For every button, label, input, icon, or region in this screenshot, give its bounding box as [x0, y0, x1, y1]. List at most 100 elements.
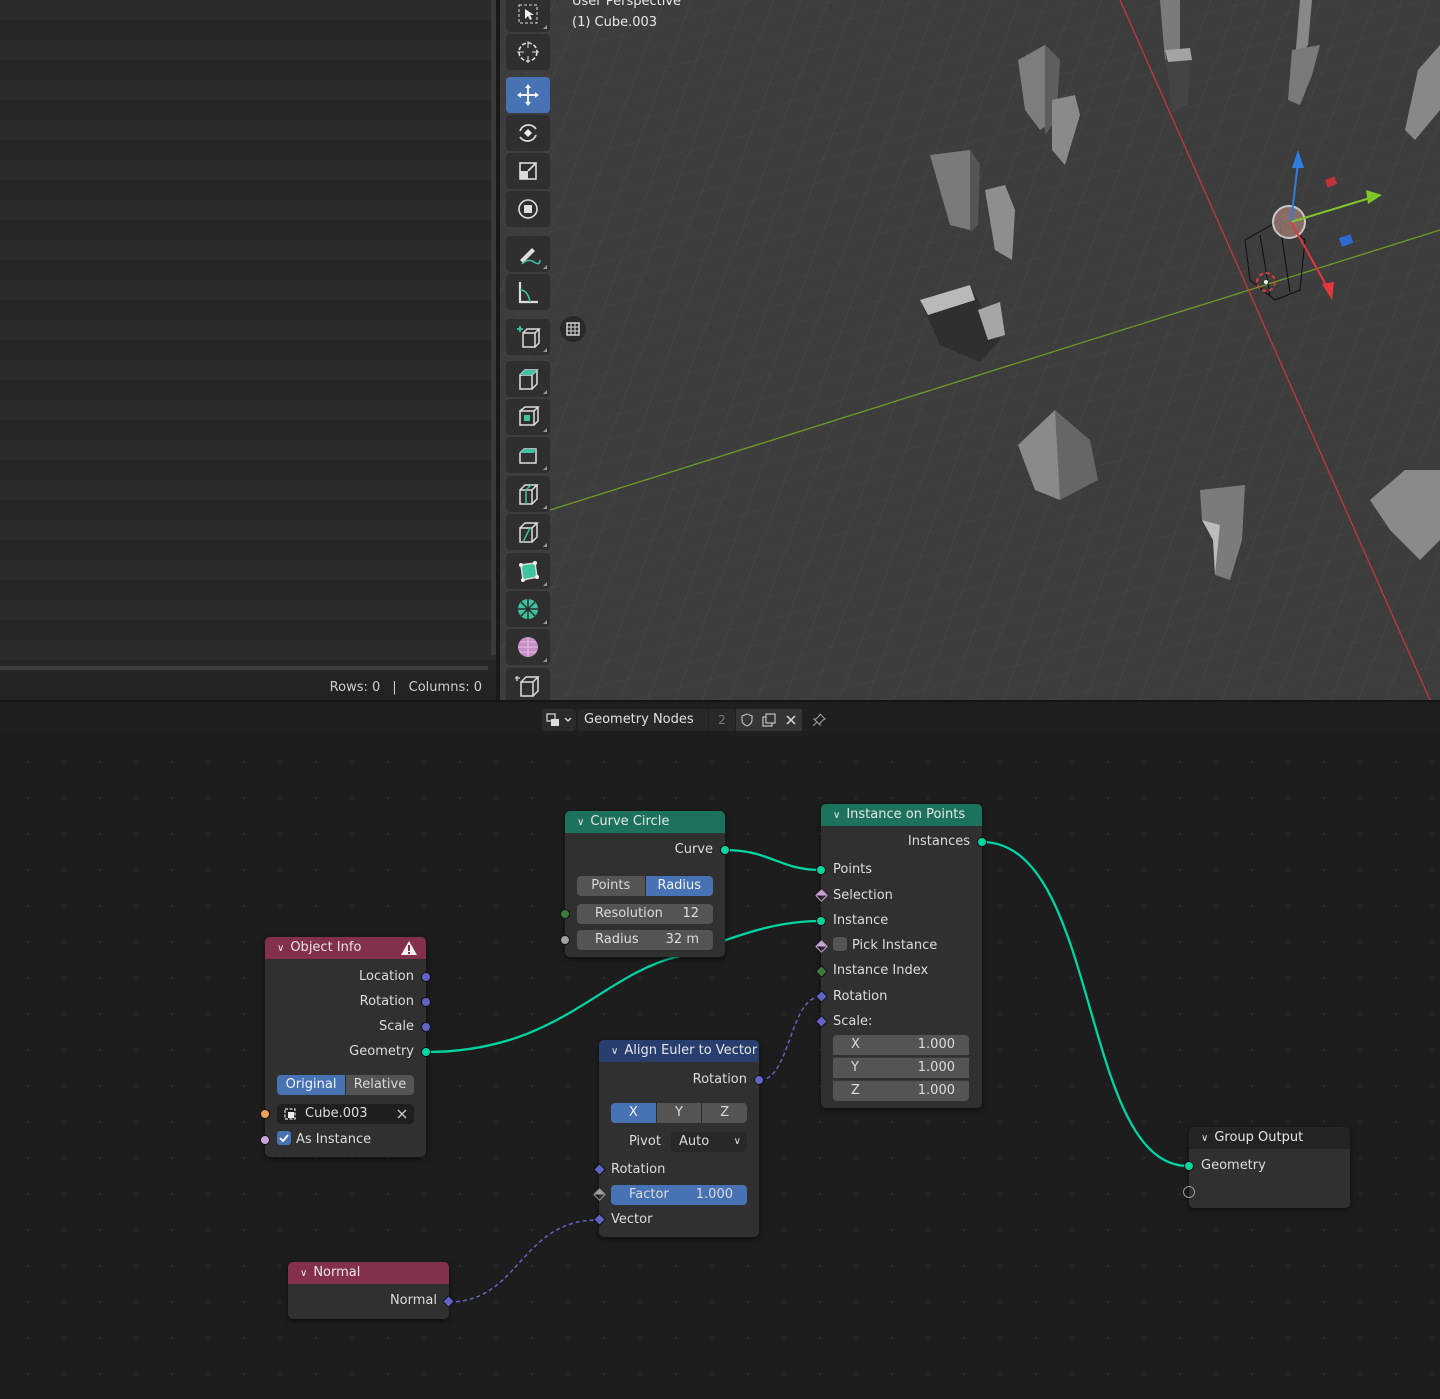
grid-toggle-icon[interactable] — [560, 316, 586, 342]
status-separator: | — [392, 680, 397, 695]
factor-field[interactable]: Factor 1.000 — [611, 1185, 747, 1205]
option-y[interactable]: Y — [656, 1103, 703, 1123]
chevron-down-icon[interactable]: ∨ — [1201, 1128, 1208, 1150]
socket-radius[interactable] — [560, 935, 570, 945]
socket-label: Instance Index — [833, 963, 929, 978]
socket-label: Vector — [611, 1212, 653, 1227]
node-editor[interactable]: ∨ Object Info Location Rotation Scale Geo… — [0, 734, 1440, 1399]
scale-y-field[interactable]: Y 1.000 — [833, 1057, 969, 1078]
pivot-dropdown[interactable]: Auto ∨ — [671, 1132, 747, 1152]
rotate-icon[interactable] — [506, 115, 550, 151]
measure-icon[interactable] — [506, 274, 550, 310]
loop-cut-icon[interactable] — [506, 476, 550, 512]
scale-icon[interactable] — [506, 153, 550, 189]
socket-label: Curve — [674, 842, 713, 857]
chevron-down-icon[interactable]: ∨ — [277, 938, 284, 960]
socket-scale[interactable] — [421, 1022, 431, 1032]
rows-count: Rows: 0 — [329, 680, 381, 695]
editor-type-menu[interactable] — [542, 709, 576, 731]
annotate-icon[interactable] — [506, 236, 550, 272]
socket-label: Normal — [389, 1293, 437, 1308]
extrude-icon[interactable] — [506, 361, 550, 397]
socket-rotation[interactable] — [421, 997, 431, 1007]
normal-node[interactable]: ∨ Normal Normal — [288, 1262, 455, 1319]
object-info-node[interactable]: ∨ Object Info Location Rotation Scale Geo… — [260, 937, 431, 1157]
scale-z-field[interactable]: Z 1.000 — [833, 1080, 969, 1101]
axis-toggle[interactable]: X Y Z — [611, 1103, 747, 1123]
spin-icon[interactable] — [506, 591, 550, 627]
socket-label: Selection — [833, 888, 893, 903]
as-instance-label: As Instance — [296, 1132, 372, 1147]
input-pick-instance[interactable]: Pick Instance — [821, 935, 982, 957]
tool-shelf — [506, 0, 552, 700]
as-instance-checkbox[interactable] — [277, 1131, 291, 1145]
chevron-down-icon[interactable]: ∨ — [611, 1041, 618, 1063]
socket-object[interactable] — [260, 1109, 270, 1119]
node-header[interactable]: ∨ Normal — [288, 1262, 449, 1284]
option-radius[interactable]: Radius — [645, 876, 713, 896]
bevel-icon[interactable] — [506, 437, 550, 473]
socket-empty[interactable] — [1183, 1186, 1195, 1198]
pick-instance-checkbox[interactable] — [833, 937, 847, 951]
cursor-icon[interactable] — [506, 34, 550, 70]
fake-user-button[interactable] — [736, 709, 758, 731]
smooth-icon[interactable] — [506, 629, 550, 665]
scale-x-field[interactable]: X 1.000 — [833, 1035, 969, 1055]
option-original[interactable]: Original — [277, 1075, 346, 1095]
socket-instances[interactable] — [977, 837, 987, 847]
chevron-down-icon[interactable]: ∨ — [300, 1263, 307, 1285]
output-rotation: Rotation — [265, 991, 426, 1013]
option-x[interactable]: X — [611, 1103, 657, 1123]
socket-location[interactable] — [421, 972, 431, 982]
chevron-down-icon[interactable]: ∨ — [833, 805, 840, 827]
duplicate-icon — [762, 713, 776, 727]
node-header[interactable]: ∨ Object Info — [265, 937, 426, 959]
user-count: 2 — [709, 709, 735, 731]
socket-resolution[interactable] — [560, 909, 570, 919]
field-value: 1.000 — [917, 1037, 955, 1052]
node-tree-icon — [546, 713, 572, 726]
node-header[interactable]: ∨ Group Output — [1189, 1127, 1350, 1149]
pin-button[interactable] — [808, 709, 830, 731]
align-euler-to-vector-node[interactable]: ∨ Align Euler to Vector Rotation X Y Z Pi… — [593, 1040, 764, 1237]
inset-icon[interactable] — [506, 399, 550, 435]
add-cube-icon[interactable] — [506, 319, 550, 355]
socket-label: Points — [833, 862, 873, 877]
radius-field[interactable]: Radius 32 m — [577, 930, 713, 950]
curve-circle-node[interactable]: ∨ Curve Circle Curve Points Radius Resolu… — [560, 811, 730, 957]
resolution-field[interactable]: Resolution 12 — [577, 904, 713, 924]
shear-icon[interactable] — [506, 668, 550, 700]
option-z[interactable]: Z — [702, 1103, 747, 1123]
socket-label: Instances — [907, 834, 970, 849]
option-relative[interactable]: Relative — [346, 1075, 414, 1095]
node-tree-name-field[interactable]: Geometry Nodes — [578, 709, 708, 731]
node-header[interactable]: ∨ Align Euler to Vector — [599, 1040, 759, 1062]
3d-viewport[interactable]: User Perspective (1) Cube.003 — [500, 0, 1440, 700]
duplicate-tree-button[interactable] — [758, 709, 780, 731]
group-output-node[interactable]: ∨ Group Output Geometry — [1183, 1127, 1350, 1208]
socket-rotation-out[interactable] — [754, 1075, 764, 1085]
spreadsheet-horizontal-scrollbar[interactable] — [0, 666, 488, 670]
instance-on-points-node[interactable]: ∨ Instance on Points Instances Points Sel… — [815, 804, 987, 1108]
chevron-down-icon[interactable]: ∨ — [577, 812, 584, 834]
socket-geometry[interactable] — [421, 1047, 431, 1057]
clear-icon[interactable] — [396, 1108, 408, 1120]
socket-curve[interactable] — [720, 845, 730, 855]
transform-space-toggle[interactable]: Original Relative — [277, 1075, 414, 1095]
socket-label: Location — [359, 969, 414, 984]
poly-build-icon[interactable] — [506, 553, 550, 589]
transform-icon[interactable] — [506, 191, 550, 227]
unlink-tree-button[interactable] — [780, 709, 802, 731]
select-box-icon[interactable] — [506, 0, 550, 32]
spreadsheet-editor[interactable]: Rows: 0 | Columns: 0 — [0, 0, 496, 700]
circle-mode-toggle[interactable]: Points Radius — [577, 876, 713, 896]
node-header[interactable]: ∨ Instance on Points — [821, 804, 982, 826]
object-field[interactable]: Cube.003 — [277, 1104, 414, 1124]
as-instance-row[interactable]: As Instance — [265, 1129, 426, 1151]
link-rotation — [759, 996, 821, 1081]
socket-factor[interactable] — [593, 1188, 606, 1201]
option-points[interactable]: Points — [577, 876, 646, 896]
knife-icon[interactable] — [506, 514, 550, 550]
move-icon[interactable] — [506, 77, 550, 113]
node-header[interactable]: ∨ Curve Circle — [565, 811, 725, 833]
